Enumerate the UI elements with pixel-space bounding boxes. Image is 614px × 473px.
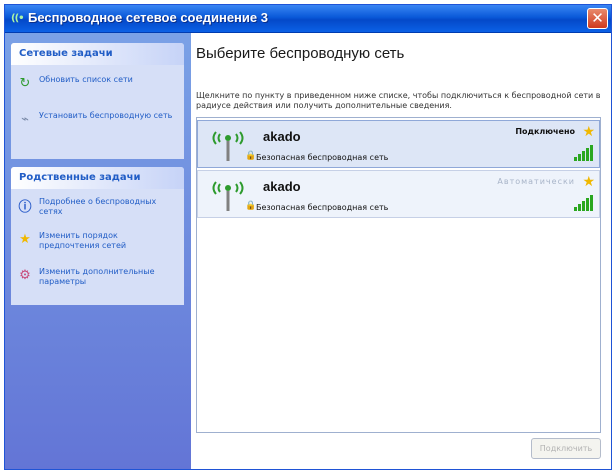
signal-strength-icon xyxy=(574,145,593,161)
network-list[interactable]: akado Подключено ★ 🔒 Безопасная беспрово… xyxy=(196,117,601,433)
wireless-antenna-icon xyxy=(212,131,244,161)
wireless-info-task[interactable]: ⓘ Подробнее о беспроводных сетях xyxy=(17,197,177,217)
network-name: akado xyxy=(263,179,301,194)
network-name: akado xyxy=(263,129,301,144)
preferred-star-icon: ★ xyxy=(582,124,595,140)
settings-icon: ⚙ xyxy=(19,267,31,283)
related-tasks-title: Родственные задачи xyxy=(19,172,141,183)
page-title: Выберите беспроводную сеть xyxy=(196,45,405,62)
star-icon: ★ xyxy=(19,231,31,247)
window-title: Беспроводное сетевое соединение 3 xyxy=(28,10,268,25)
network-item-akado-connected[interactable]: akado Подключено ★ 🔒 Безопасная беспрово… xyxy=(197,120,600,168)
lock-icon: 🔒 xyxy=(245,201,257,211)
setup-wireless-icon: ⌁ xyxy=(21,111,29,127)
connection-status: Автоматически xyxy=(497,177,575,186)
network-tasks-panel: Сетевые задачи ↻ Обновить список сети ⌁ … xyxy=(11,43,184,159)
refresh-network-list-task[interactable]: ↻ Обновить список сети xyxy=(17,75,177,91)
title-bar[interactable]: ((• Беспроводное сетевое соединение 3 ✕ xyxy=(5,5,611,33)
network-item-akado-auto[interactable]: akado Автоматически ★ 🔒 Безопасная беспр… xyxy=(197,170,600,218)
wireless-connection-window: ((• Беспроводное сетевое соединение 3 ✕ … xyxy=(4,4,612,470)
network-tasks-title: Сетевые задачи xyxy=(19,48,113,59)
close-button[interactable]: ✕ xyxy=(587,8,608,29)
related-tasks-panel: Родственные задачи ⓘ Подробнее о беспров… xyxy=(11,167,184,305)
lock-icon: 🔒 xyxy=(245,151,257,161)
preferred-star-icon: ★ xyxy=(582,174,595,190)
refresh-icon: ↻ xyxy=(19,75,31,91)
setup-wireless-label: Установить беспроводную сеть xyxy=(39,111,173,120)
advanced-settings-label: Изменить дополнительные параметры xyxy=(39,267,155,286)
connect-button[interactable]: Подключить xyxy=(531,438,601,459)
related-tasks-header[interactable]: Родственные задачи xyxy=(11,167,184,189)
setup-wireless-task[interactable]: ⌁ Установить беспроводную сеть xyxy=(17,111,177,127)
security-label: Безопасная беспроводная сеть xyxy=(256,153,389,162)
info-icon: ⓘ xyxy=(18,199,32,215)
change-network-order-task[interactable]: ★ Изменить порядок предпочтения сетей xyxy=(17,231,177,251)
wireless-icon: ((• xyxy=(11,13,25,24)
advanced-settings-task[interactable]: ⚙ Изменить дополнительные параметры xyxy=(17,267,177,287)
wireless-info-label: Подробнее о беспроводных сетях xyxy=(39,197,157,216)
signal-strength-icon xyxy=(574,195,593,211)
wireless-antenna-icon xyxy=(212,181,244,211)
connection-status: Подключено xyxy=(515,127,575,136)
network-tasks-header[interactable]: Сетевые задачи xyxy=(11,43,184,65)
change-network-order-label: Изменить порядок предпочтения сетей xyxy=(39,231,127,250)
security-label: Безопасная беспроводная сеть xyxy=(256,203,389,212)
sidebar: Сетевые задачи ↻ Обновить список сети ⌁ … xyxy=(5,33,191,469)
refresh-network-list-label: Обновить список сети xyxy=(39,75,133,84)
instructions-text: Щелкните по пункту в приведенном ниже сп… xyxy=(196,91,601,110)
main-pane: Выберите беспроводную сеть Щелкните по п… xyxy=(191,33,611,469)
close-icon: ✕ xyxy=(591,9,604,27)
